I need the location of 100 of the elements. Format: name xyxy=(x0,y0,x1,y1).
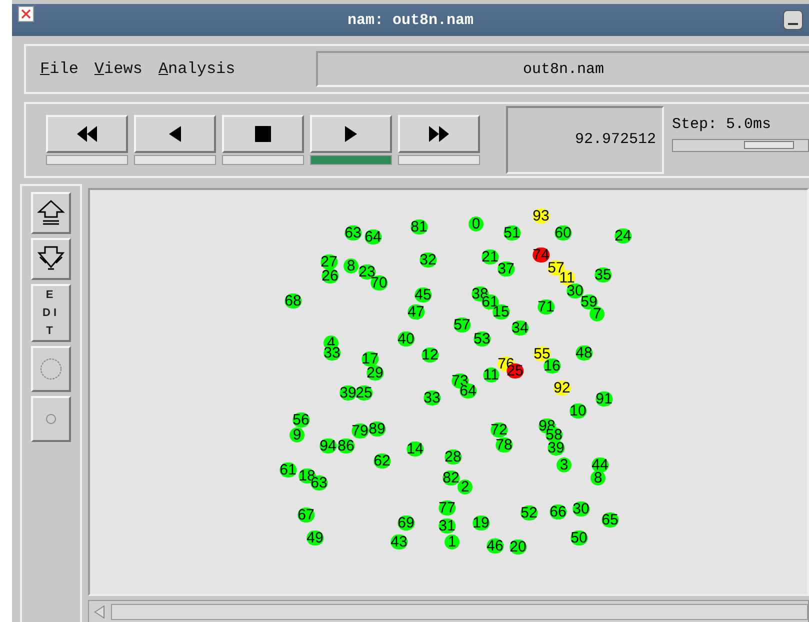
network-node[interactable]: 3 xyxy=(556,458,572,472)
network-node[interactable]: 24 xyxy=(614,228,632,244)
network-node[interactable]: 64 xyxy=(364,230,382,244)
network-node[interactable]: 27 xyxy=(320,254,338,270)
small-node-button[interactable] xyxy=(31,396,71,442)
network-node[interactable]: 39 xyxy=(340,386,356,400)
network-node[interactable]: 66 xyxy=(550,504,566,520)
menu-item[interactable]: Analysis xyxy=(158,60,236,78)
network-node[interactable]: 61 xyxy=(280,462,296,478)
network-node[interactable]: 23 xyxy=(358,264,376,280)
network-node[interactable]: 37 xyxy=(498,262,514,276)
network-node[interactable]: 60 xyxy=(554,226,572,240)
network-node[interactable]: 29 xyxy=(366,366,384,380)
large-node-button[interactable] xyxy=(31,346,71,392)
network-node[interactable]: 48 xyxy=(576,346,592,360)
network-node[interactable]: 33 xyxy=(424,390,440,406)
network-node[interactable]: 49 xyxy=(306,530,324,546)
network-node[interactable]: 67 xyxy=(298,508,314,522)
network-node[interactable]: 2 xyxy=(458,480,472,494)
back-icon xyxy=(167,126,183,142)
stop-button[interactable] xyxy=(222,115,304,153)
network-node[interactable]: 59 xyxy=(580,294,598,310)
network-node[interactable]: 25 xyxy=(356,386,372,400)
network-node[interactable]: 19 xyxy=(472,516,490,530)
forward-button[interactable] xyxy=(398,115,480,153)
network-node[interactable]: 40 xyxy=(398,332,414,346)
network-node[interactable]: 8 xyxy=(344,258,358,274)
network-node[interactable]: 86 xyxy=(338,438,354,454)
network-node[interactable]: 64 xyxy=(460,384,476,398)
network-node[interactable]: 89 xyxy=(368,422,386,436)
network-node[interactable]: 16 xyxy=(544,358,560,374)
zoom-in-button[interactable] xyxy=(31,192,71,234)
network-node[interactable]: 32 xyxy=(420,252,436,268)
circle-icon xyxy=(39,357,63,381)
zoom-out-button[interactable] xyxy=(31,238,71,280)
network-node[interactable]: 71 xyxy=(538,300,554,314)
network-node[interactable]: 17 xyxy=(362,352,378,366)
network-node[interactable]: 77 xyxy=(438,500,456,516)
network-node[interactable]: 57 xyxy=(454,318,470,332)
network-node[interactable]: 53 xyxy=(474,332,490,346)
network-node[interactable]: 70 xyxy=(370,276,388,290)
network-node[interactable]: 34 xyxy=(512,320,528,336)
network-node[interactable]: 72 xyxy=(490,422,508,438)
network-node[interactable]: 46 xyxy=(486,538,504,554)
network-node[interactable]: 81 xyxy=(410,220,428,234)
network-node[interactable]: 44 xyxy=(592,458,608,472)
network-node[interactable]: 12 xyxy=(422,348,438,362)
network-node[interactable]: 62 xyxy=(374,454,390,468)
network-node[interactable]: 79 xyxy=(352,424,368,438)
zoom-in-icon xyxy=(36,199,66,227)
step-slider[interactable] xyxy=(672,139,809,152)
close-icon[interactable] xyxy=(18,6,34,22)
network-node[interactable]: 94 xyxy=(320,438,336,454)
minimize-icon[interactable] xyxy=(783,10,803,30)
network-node[interactable]: 26 xyxy=(322,268,338,284)
menu-item[interactable]: Views xyxy=(94,60,142,78)
rewind-button[interactable] xyxy=(46,115,128,153)
network-node[interactable]: 21 xyxy=(482,250,498,264)
scroll-left-icon[interactable] xyxy=(93,605,107,619)
network-node[interactable]: 55 xyxy=(534,346,550,362)
network-node[interactable]: 11 xyxy=(559,270,575,286)
horizontal-scrollbar[interactable] xyxy=(88,600,809,622)
network-node[interactable]: 0 xyxy=(468,216,484,232)
back-button[interactable] xyxy=(134,115,216,153)
network-node[interactable]: 65 xyxy=(602,512,618,528)
network-node[interactable]: 63 xyxy=(344,226,362,240)
network-node[interactable]: 93 xyxy=(532,208,550,224)
network-node[interactable]: 82 xyxy=(442,470,460,486)
network-node[interactable]: 10 xyxy=(570,404,586,418)
network-node[interactable]: 51 xyxy=(504,226,520,240)
network-node[interactable]: 91 xyxy=(596,392,612,406)
text-button[interactable]: EDIT xyxy=(31,284,71,342)
play-button[interactable] xyxy=(310,115,392,153)
network-node[interactable]: 47 xyxy=(408,304,424,320)
network-node[interactable]: 1 xyxy=(444,534,460,550)
network-node[interactable]: 39 xyxy=(548,440,564,456)
network-node[interactable]: 20 xyxy=(510,540,526,554)
network-node[interactable]: 28 xyxy=(444,450,462,464)
network-node[interactable]: 8 xyxy=(590,470,606,486)
network-node[interactable]: 50 xyxy=(570,530,588,546)
network-node[interactable]: 52 xyxy=(520,506,538,520)
menu-item[interactable]: File xyxy=(40,60,78,78)
network-node[interactable]: 33 xyxy=(324,346,340,360)
network-node[interactable]: 45 xyxy=(414,288,432,302)
network-node[interactable]: 78 xyxy=(496,438,512,452)
network-node[interactable]: 35 xyxy=(594,268,612,282)
network-node[interactable]: 9 xyxy=(290,428,304,442)
network-node[interactable]: 74 xyxy=(532,248,550,262)
network-node[interactable]: 31 xyxy=(438,518,456,534)
network-node[interactable]: 30 xyxy=(572,502,590,516)
network-node[interactable]: 43 xyxy=(390,534,408,550)
network-node[interactable]: 14 xyxy=(406,442,424,456)
network-node[interactable]: 58 xyxy=(546,428,562,442)
network-node[interactable]: 56 xyxy=(292,412,310,428)
network-node[interactable]: 68 xyxy=(284,294,302,308)
network-node[interactable]: 92 xyxy=(554,380,570,396)
slider-thumb[interactable] xyxy=(744,141,794,149)
network-node[interactable]: 7 xyxy=(590,306,604,322)
network-node[interactable]: 69 xyxy=(398,516,414,530)
network-node[interactable]: 11 xyxy=(483,368,499,382)
